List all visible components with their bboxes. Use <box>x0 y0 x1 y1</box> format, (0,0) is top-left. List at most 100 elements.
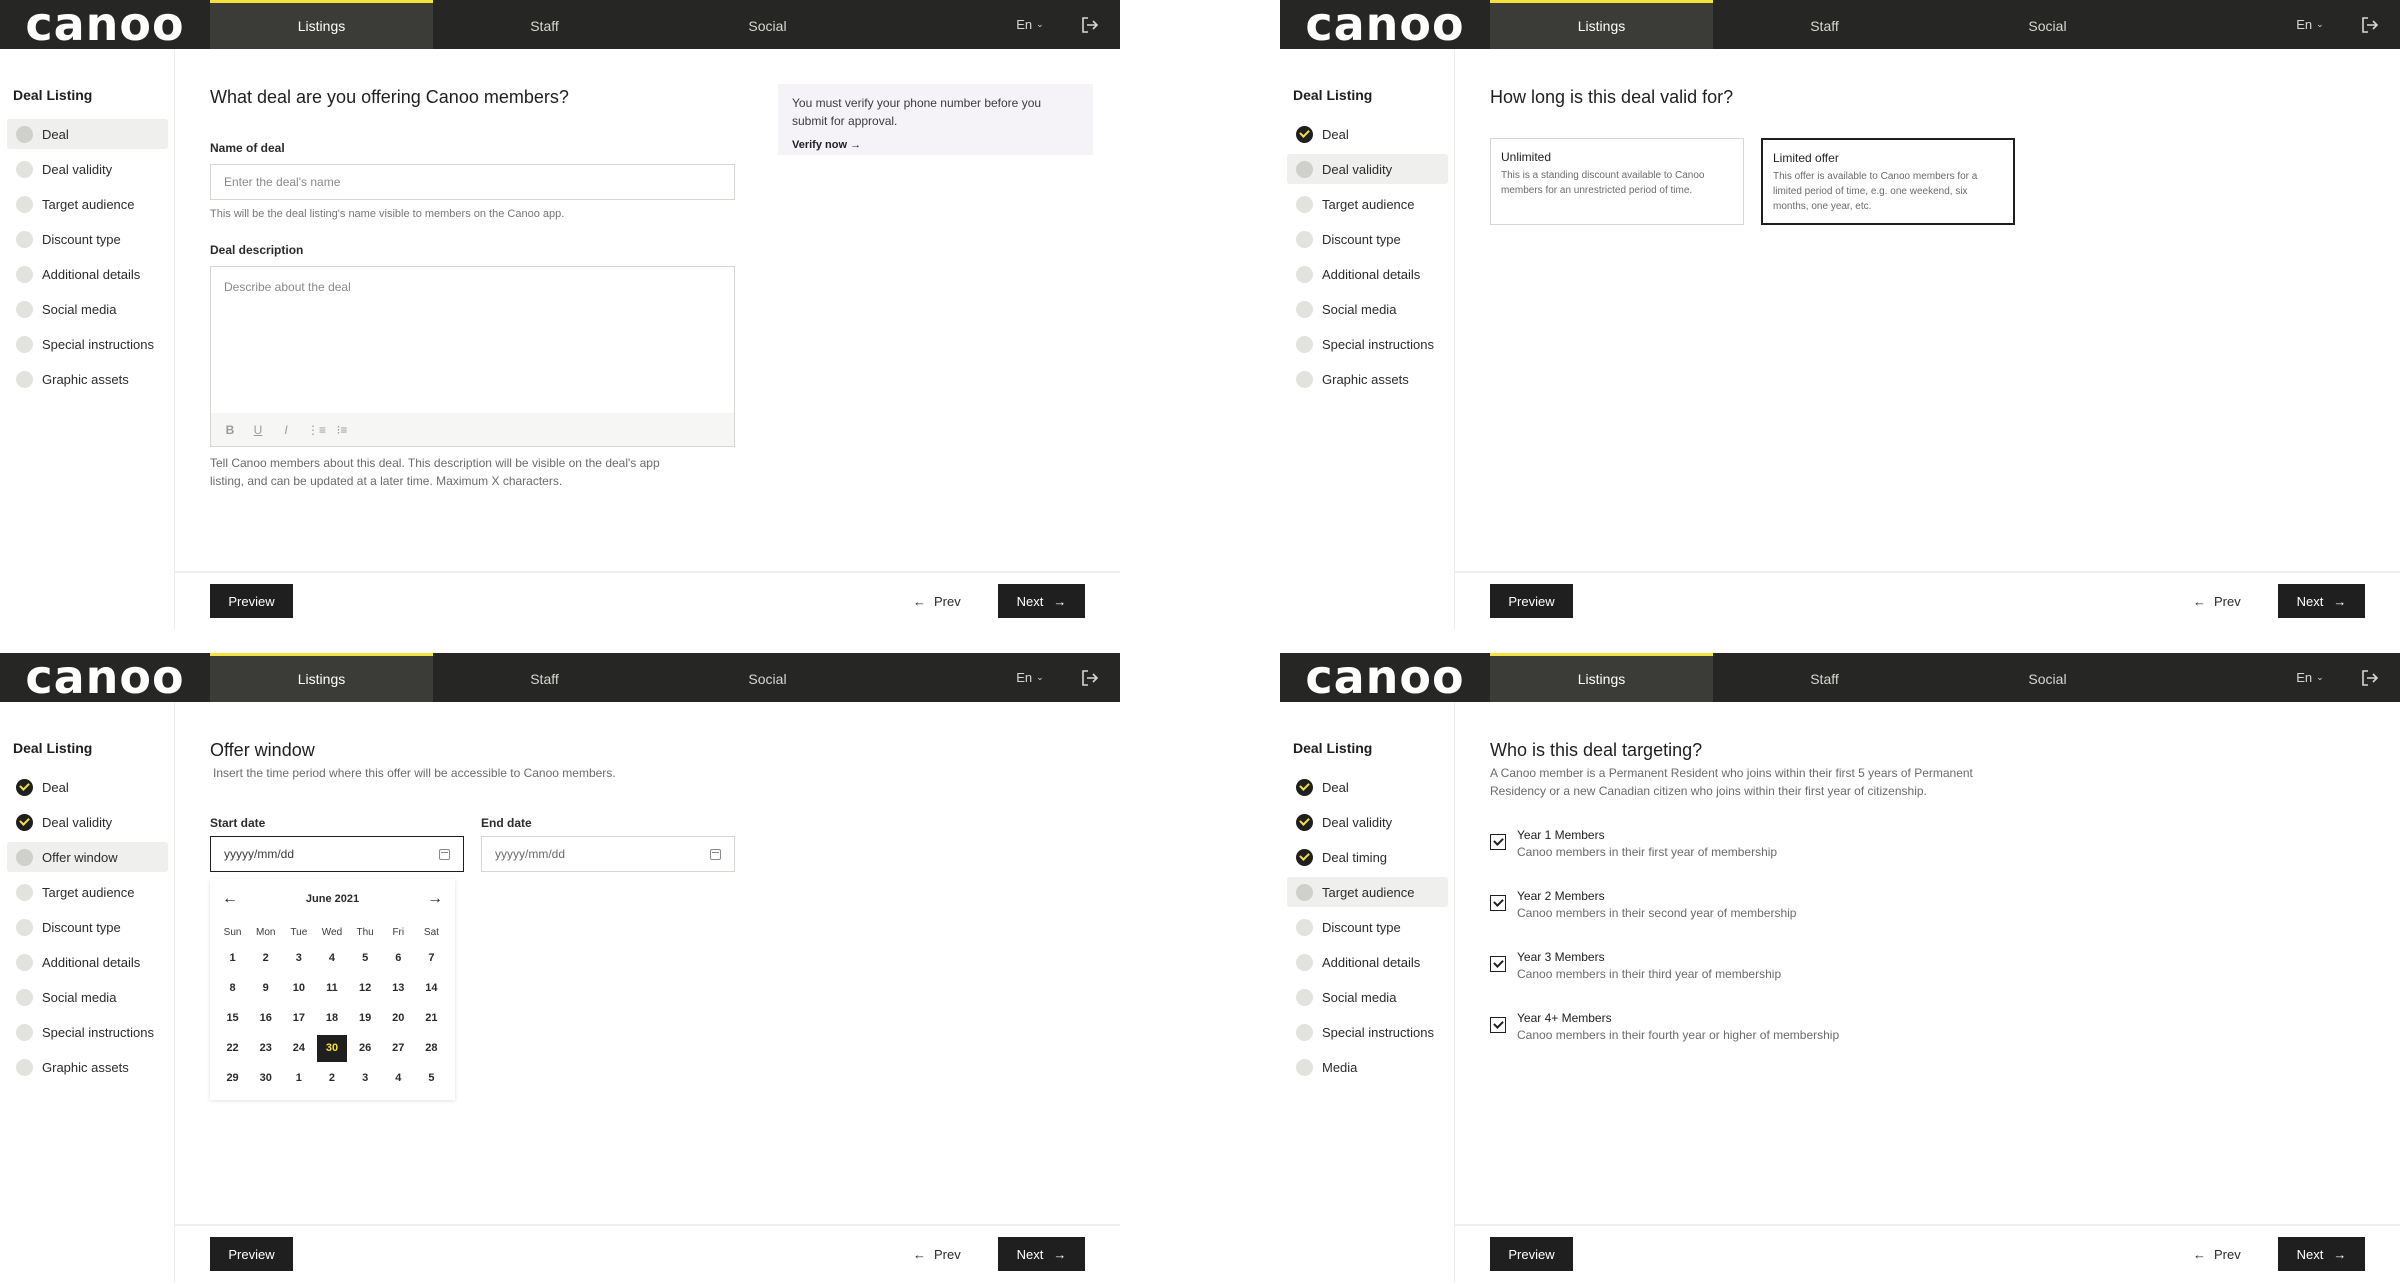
calendar-day[interactable]: 27 <box>382 1033 415 1063</box>
calendar-day[interactable]: 1 <box>282 1063 315 1093</box>
calendar-day[interactable]: 26 <box>349 1033 382 1063</box>
step-deal-validity[interactable]: Deal validity <box>7 154 168 184</box>
step-special-instructions[interactable]: Special instructions <box>7 329 168 359</box>
deal-description-input[interactable]: Describe about the deal B U I ⋮≡ ⁝≡ <box>210 266 735 447</box>
bullet-list-icon[interactable]: ⁝≡ <box>335 423 349 437</box>
calendar-day[interactable]: 29 <box>216 1063 249 1093</box>
step-media[interactable]: Media <box>1287 1052 1448 1082</box>
calendar-day[interactable]: 12 <box>349 973 382 1003</box>
calendar-day[interactable]: 7 <box>415 943 448 973</box>
next-button[interactable]: Next → <box>2278 584 2365 618</box>
prev-button[interactable]: ← Prev <box>913 1237 961 1271</box>
step-deal[interactable]: Deal <box>7 772 168 802</box>
calendar-day[interactable]: 16 <box>249 1003 282 1033</box>
step-additional-details[interactable]: Additional details <box>7 947 168 977</box>
language-selector[interactable]: En ⌄ <box>2280 653 2340 702</box>
checkbox-checked[interactable] <box>1490 895 1506 911</box>
calendar-day[interactable]: 2 <box>249 943 282 973</box>
calendar-day[interactable]: 10 <box>282 973 315 1003</box>
language-selector[interactable]: En ⌄ <box>1000 0 1060 49</box>
step-target-audience[interactable]: Target audience <box>7 877 168 907</box>
step-graphic-assets[interactable]: Graphic assets <box>7 364 168 394</box>
step-deal[interactable]: Deal <box>1287 772 1448 802</box>
step-social-media[interactable]: Social media <box>1287 294 1448 324</box>
member-option-year-2[interactable]: Year 2 Members Canoo members in their sec… <box>1490 888 1796 922</box>
tab-social[interactable]: Social <box>656 653 879 702</box>
calendar-day[interactable]: 22 <box>216 1033 249 1063</box>
tab-social[interactable]: Social <box>656 0 879 49</box>
step-offer-window[interactable]: Offer window <box>7 842 168 872</box>
logout-icon[interactable] <box>1060 653 1120 702</box>
member-option-year-4-plus[interactable]: Year 4+ Members Canoo members in their fo… <box>1490 1010 1839 1044</box>
tab-social[interactable]: Social <box>1936 653 2159 702</box>
calendar-day-selected[interactable]: 30 <box>315 1033 348 1063</box>
calendar-day[interactable]: 20 <box>382 1003 415 1033</box>
checkbox-checked[interactable] <box>1490 956 1506 972</box>
calendar-day[interactable]: 11 <box>315 973 348 1003</box>
calendar-day[interactable]: 1 <box>216 943 249 973</box>
calendar-day[interactable]: 4 <box>382 1063 415 1093</box>
step-graphic-assets[interactable]: Graphic assets <box>1287 364 1448 394</box>
step-target-audience[interactable]: Target audience <box>1287 189 1448 219</box>
calendar-day[interactable]: 13 <box>382 973 415 1003</box>
calendar-day[interactable]: 3 <box>349 1063 382 1093</box>
calendar-day[interactable]: 14 <box>415 973 448 1003</box>
next-button[interactable]: Next → <box>2278 1237 2365 1271</box>
step-discount-type[interactable]: Discount type <box>1287 224 1448 254</box>
tab-listings[interactable]: Listings <box>1490 653 1713 702</box>
tab-listings[interactable]: Listings <box>210 653 433 702</box>
calendar-day[interactable]: 6 <box>382 943 415 973</box>
underline-button[interactable]: U <box>251 423 265 437</box>
calendar-day[interactable]: 2 <box>315 1063 348 1093</box>
language-selector[interactable]: En ⌄ <box>1000 653 1060 702</box>
tab-listings[interactable]: Listings <box>1490 0 1713 49</box>
start-date-input[interactable]: yyyyy/mm/dd <box>210 836 464 872</box>
step-discount-type[interactable]: Discount type <box>7 912 168 942</box>
end-date-input[interactable]: yyyyy/mm/dd <box>481 836 735 872</box>
calendar-day[interactable]: 28 <box>415 1033 448 1063</box>
checkbox-checked[interactable] <box>1490 834 1506 850</box>
calendar-day[interactable]: 4 <box>315 943 348 973</box>
member-option-year-1[interactable]: Year 1 Members Canoo members in their fir… <box>1490 827 1777 861</box>
preview-button[interactable]: Preview <box>210 584 293 618</box>
logout-icon[interactable] <box>1060 0 1120 49</box>
calendar-day[interactable]: 5 <box>415 1063 448 1093</box>
calendar-day[interactable]: 24 <box>282 1033 315 1063</box>
step-deal-validity[interactable]: Deal validity <box>7 807 168 837</box>
step-deal-timing[interactable]: Deal timing <box>1287 842 1448 872</box>
step-deal[interactable]: Deal <box>1287 119 1448 149</box>
calendar-day[interactable]: 17 <box>282 1003 315 1033</box>
step-target-audience[interactable]: Target audience <box>1287 877 1448 907</box>
calendar-day[interactable]: 23 <box>249 1033 282 1063</box>
calendar-day[interactable]: 15 <box>216 1003 249 1033</box>
language-selector[interactable]: En ⌄ <box>2280 0 2340 49</box>
prev-button[interactable]: ← Prev <box>2193 1237 2241 1271</box>
calendar-day[interactable]: 21 <box>415 1003 448 1033</box>
prev-button[interactable]: ← Prev <box>913 584 961 618</box>
option-unlimited[interactable]: Unlimited This is a standing discount av… <box>1490 138 1744 225</box>
step-special-instructions[interactable]: Special instructions <box>1287 329 1448 359</box>
step-deal[interactable]: Deal <box>7 119 168 149</box>
logout-icon[interactable] <box>2340 653 2400 702</box>
tab-social[interactable]: Social <box>1936 0 2159 49</box>
tab-staff[interactable]: Staff <box>433 0 656 49</box>
bold-button[interactable]: B <box>223 423 237 437</box>
step-deal-validity[interactable]: Deal validity <box>1287 154 1448 184</box>
tab-listings[interactable]: Listings <box>210 0 433 49</box>
step-discount-type[interactable]: Discount type <box>1287 912 1448 942</box>
calendar-day[interactable]: 3 <box>282 943 315 973</box>
italic-button[interactable]: I <box>279 423 293 437</box>
prev-button[interactable]: ← Prev <box>2193 584 2241 618</box>
option-limited-offer[interactable]: Limited offer This offer is available to… <box>1761 138 2015 225</box>
calendar-day[interactable]: 19 <box>349 1003 382 1033</box>
verify-now-link[interactable]: Verify now → <box>792 136 1079 154</box>
preview-button[interactable]: Preview <box>210 1237 293 1271</box>
step-special-instructions[interactable]: Special instructions <box>1287 1017 1448 1047</box>
step-target-audience[interactable]: Target audience <box>7 189 168 219</box>
step-deal-validity[interactable]: Deal validity <box>1287 807 1448 837</box>
arrow-left-icon[interactable]: ← <box>222 890 238 908</box>
ordered-list-icon[interactable]: ⋮≡ <box>307 423 326 437</box>
step-social-media[interactable]: Social media <box>7 294 168 324</box>
step-social-media[interactable]: Social media <box>1287 982 1448 1012</box>
step-discount-type[interactable]: Discount type <box>7 224 168 254</box>
